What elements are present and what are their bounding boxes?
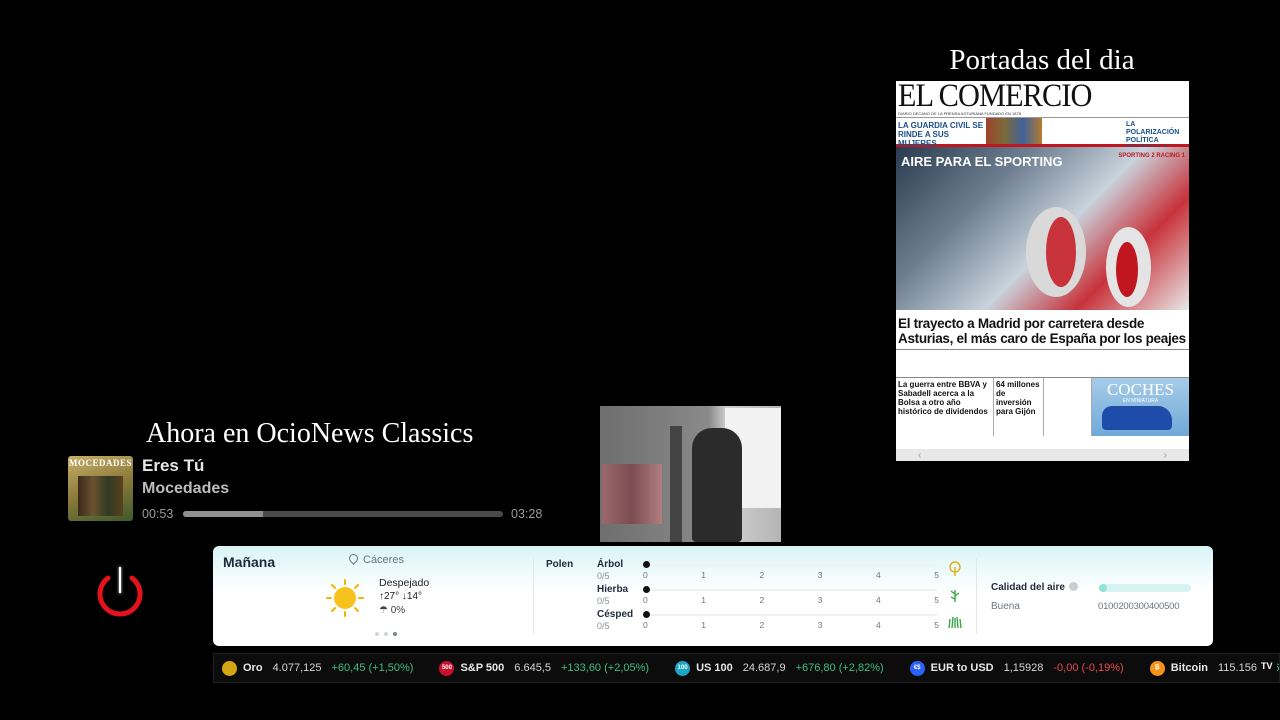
ticker-item[interactable]: €$ EUR to USD 1,15928 -0,00 (-0,19%) bbox=[909, 660, 1124, 676]
forecast-day: Mañana bbox=[223, 554, 276, 570]
pollen-scale: 012345 bbox=[643, 595, 939, 605]
air-quality-label: Calidad del aire bbox=[991, 582, 1078, 593]
air-quality-scale: 0100200300400500 bbox=[1098, 601, 1180, 612]
newspaper-hero-photo: AIRE PARA EL SPORTING SPORTING 2 RACING … bbox=[896, 147, 1189, 310]
weed-icon bbox=[950, 590, 960, 602]
song-title: Eres Tú bbox=[142, 456, 205, 475]
newspaper-top-right: LA POLARIZACIÓN POLÍTICA SALPICA LA HISP… bbox=[1126, 121, 1180, 160]
newspaper-mid-row bbox=[896, 350, 1189, 378]
newspaper-column-3 bbox=[1044, 378, 1092, 436]
newspaper-bottom-row: La guerra entre BBVA y Sabadell acerca a… bbox=[896, 378, 1189, 436]
ticker-item[interactable]: 100 US 100 24.687,9 +676,80 (+2,82%) bbox=[675, 660, 884, 676]
pollen-scale: 012345 bbox=[643, 570, 939, 580]
ticker-value: 24.687,9 bbox=[742, 662, 786, 674]
air-quality-bar bbox=[1099, 584, 1191, 592]
tradingview-logo: TV bbox=[1261, 661, 1277, 675]
next-page-icon[interactable]: › bbox=[1164, 450, 1167, 461]
power-icon[interactable] bbox=[94, 564, 146, 624]
market-ticker: Oro 4.077,125 +60,45 (+1,50%) 500 S&P 500 6.6… bbox=[213, 653, 1280, 683]
newspaper-column-1-title: La guerra entre BBVA y Sabadell acerca a… bbox=[898, 380, 988, 416]
portadas-heading: Portadas del dia bbox=[949, 44, 1135, 76]
coches-title: COCHES bbox=[1106, 380, 1175, 399]
location-pin-icon bbox=[347, 552, 360, 565]
pollen-scale: 012345 bbox=[643, 620, 939, 630]
grass-icon bbox=[948, 616, 962, 629]
playback-progress-bar[interactable] bbox=[183, 511, 503, 517]
newspaper-front-page: EL COMERCIO DIARIO DECANO DE LA PRENSA A… bbox=[896, 81, 1189, 461]
ticker-value: 1,15928 bbox=[1003, 662, 1044, 674]
prev-page-icon[interactable]: ‹ bbox=[918, 450, 921, 461]
sun-icon bbox=[326, 579, 364, 617]
album-cover-text: MOCEDADES bbox=[68, 458, 132, 468]
forecast-pagination[interactable] bbox=[375, 632, 397, 636]
newspaper-column-2: 64 millones de inversión para Gijón bbox=[994, 378, 1044, 436]
pollen-row-weed: Hierba 0/5 012345 bbox=[597, 584, 939, 606]
ticker-name: Oro bbox=[243, 662, 263, 674]
pollen-level-marker bbox=[643, 586, 650, 593]
artist-name: Mocedades bbox=[142, 480, 230, 497]
total-time: 03:28 bbox=[511, 507, 543, 521]
playback-progress-fill bbox=[183, 511, 263, 517]
newspaper-top-photo bbox=[986, 118, 1042, 144]
ticker-change: +676,80 (+2,82%) bbox=[795, 662, 884, 674]
pollen-level-marker bbox=[643, 561, 650, 568]
weather-widget: Mañana Cáceres Despejado ↑27° ↓14° ☂ 0% … bbox=[213, 546, 1213, 646]
album-cover: MOCEDADES bbox=[68, 456, 133, 521]
newspaper-coches-ad: COCHES EN MINIATURA bbox=[1092, 378, 1189, 436]
ticker-symbol-icon bbox=[222, 660, 237, 676]
newspaper-score: SPORTING 2 RACING 1 bbox=[1118, 153, 1185, 159]
ticker-value: 115.156 bbox=[1217, 662, 1257, 674]
ticker-value: 4.077,125 bbox=[272, 662, 322, 674]
info-icon[interactable] bbox=[1068, 582, 1078, 591]
tree-icon bbox=[949, 561, 961, 576]
webcam-feed bbox=[600, 406, 781, 542]
pollen-row-grass: Césped 0/5 012345 bbox=[597, 609, 939, 631]
ticker-symbol-icon: €$ bbox=[909, 660, 925, 676]
ticker-name: EUR to USD bbox=[930, 662, 994, 674]
pollen-level-marker bbox=[643, 611, 650, 618]
pollen-row-tree: Árbol 0/5 012345 bbox=[597, 559, 939, 581]
ticker-name: US 100 bbox=[696, 662, 733, 674]
ticker-item[interactable]: Oro 4.077,125 +60,45 (+1,50%) bbox=[222, 660, 414, 676]
newspaper-top-bar: LA GUARDIA CIVIL SE RINDE A SUS MUJERES … bbox=[896, 117, 1189, 160]
ticker-symbol-icon: 100 bbox=[675, 660, 691, 676]
weather-temperatures: ↑27° ↓14° bbox=[379, 591, 423, 602]
elapsed-time: 00:53 bbox=[142, 507, 174, 521]
ticker-value: 6.645,5 bbox=[514, 662, 551, 674]
newspaper-headline: El trayecto a Madrid por carretera desde… bbox=[896, 310, 1189, 350]
ticker-symbol-icon: 500 bbox=[439, 660, 455, 676]
newspaper-top-left: LA GUARDIA CIVIL SE RINDE A SUS MUJERES bbox=[898, 121, 984, 148]
air-quality-value: Buena bbox=[991, 601, 1020, 612]
newspaper-pager: ‹ › bbox=[896, 449, 1189, 461]
pollen-label: Polen bbox=[546, 559, 574, 570]
ticker-name: S&P 500 bbox=[460, 662, 505, 674]
newspaper-top-text bbox=[1042, 118, 1124, 144]
rain-probability: ☂ 0% bbox=[379, 605, 406, 616]
newspaper-masthead: EL COMERCIO bbox=[897, 81, 1093, 114]
weather-description: Despejado bbox=[379, 577, 430, 589]
newspaper-column-1: La guerra entre BBVA y Sabadell acerca a… bbox=[896, 378, 994, 436]
ticker-name: Bitcoin bbox=[1170, 662, 1208, 674]
air-quality-marker bbox=[1099, 584, 1107, 592]
ticker-change: +60,45 (+1,50%) bbox=[331, 662, 414, 674]
ticker-change: -0,00 (-0,19%) bbox=[1053, 662, 1124, 674]
ticker-change: +133,60 (+2,05%) bbox=[560, 662, 650, 674]
newspaper-hero-title: AIRE PARA EL SPORTING bbox=[901, 154, 1063, 169]
now-playing-heading: Ahora en OcioNews Classics bbox=[146, 418, 474, 449]
ticker-item[interactable]: 500 S&P 500 6.645,5 +133,60 (+2,05%) bbox=[439, 660, 650, 676]
weather-location: Cáceres bbox=[347, 552, 404, 566]
newspaper-column-2-title: 64 millones de inversión para Gijón bbox=[996, 380, 1040, 416]
ticker-symbol-icon: ₿ bbox=[1149, 660, 1165, 676]
car-image bbox=[1102, 406, 1172, 430]
